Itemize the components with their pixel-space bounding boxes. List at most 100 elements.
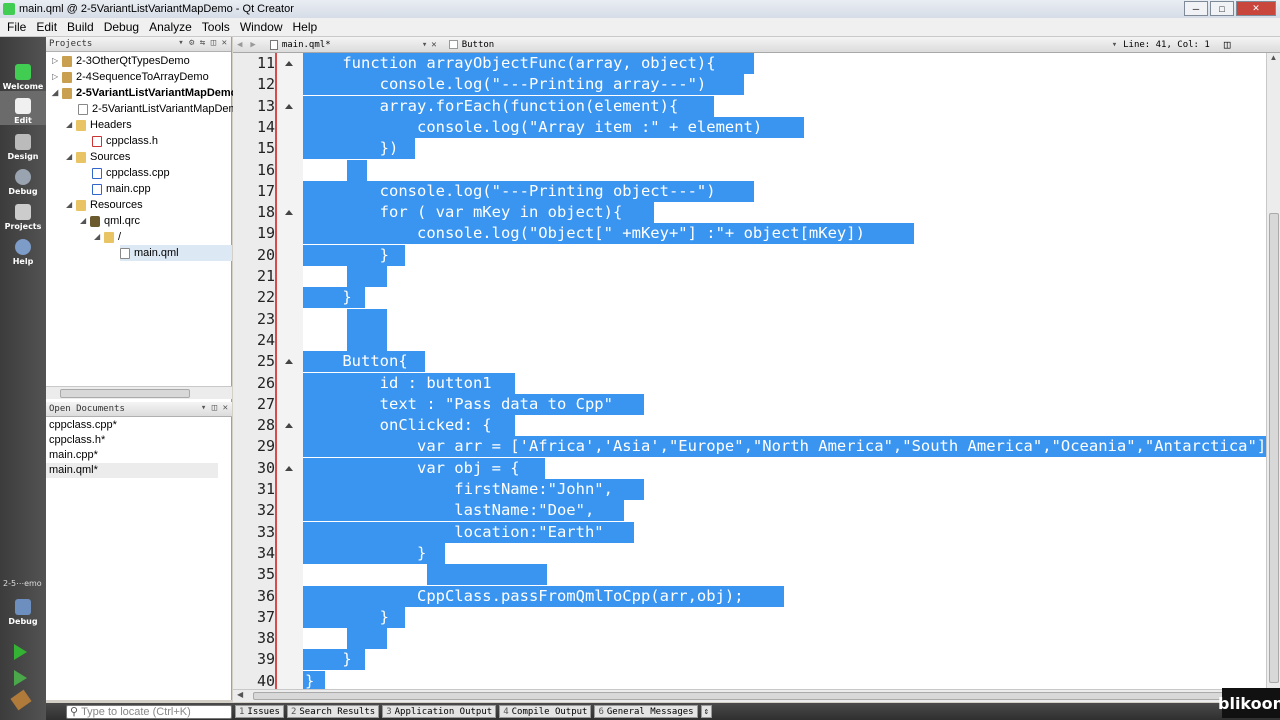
open-document-item-selected[interactable]: main.qml* bbox=[46, 463, 218, 478]
output-pane-search-results[interactable]: 2 Search Results bbox=[286, 705, 380, 718]
pane-label: Application Output bbox=[394, 706, 493, 717]
code-line[interactable]: var arr = ['Africa','Asia',"Europe","Nor… bbox=[305, 436, 1266, 457]
menu-window[interactable]: Window bbox=[235, 20, 288, 34]
code-line[interactable]: } bbox=[305, 607, 389, 628]
open-document-item[interactable]: main.cpp* bbox=[46, 448, 218, 463]
projects-horizontal-scrollbar[interactable] bbox=[46, 386, 232, 399]
scrollbar-thumb[interactable] bbox=[1269, 213, 1279, 683]
dropdown-arrow-icon[interactable]: ▾ bbox=[1112, 40, 1117, 50]
pane-label: Issues bbox=[247, 706, 280, 717]
menu-edit[interactable]: Edit bbox=[31, 20, 62, 34]
code-line[interactable]: } bbox=[305, 543, 426, 564]
code-line[interactable]: lastName:"Doe", bbox=[305, 500, 594, 521]
code-line[interactable]: console.log("Object[" +mKey+"] :"+ objec… bbox=[305, 223, 865, 244]
fold-marker-icon[interactable] bbox=[285, 210, 293, 216]
split-editor-icon[interactable]: ◫ bbox=[1224, 38, 1231, 51]
symbol-selector[interactable]: Button bbox=[462, 40, 1112, 50]
mode-projects[interactable]: Projects bbox=[0, 197, 46, 231]
build-hammer-icon[interactable] bbox=[10, 689, 32, 711]
code-line[interactable]: firstName:"John", bbox=[305, 479, 613, 500]
output-pane-application-output[interactable]: 3 Application Output bbox=[382, 705, 497, 718]
tree-item[interactable]: ▷ 2-3OtherQtTypesDemo bbox=[52, 53, 190, 69]
menu-build[interactable]: Build bbox=[62, 20, 99, 34]
maximize-button[interactable]: □ bbox=[1210, 1, 1234, 16]
open-documents-header: Open Documents ▾ ◫ ✕ bbox=[46, 402, 232, 417]
tree-item[interactable]: main.cpp bbox=[92, 181, 151, 197]
code-line[interactable]: console.log("---Printing object---") bbox=[305, 181, 716, 202]
panel-controls[interactable]: ▾ ◫ ✕ bbox=[201, 403, 228, 413]
tree-item[interactable]: cppclass.cpp bbox=[92, 165, 170, 181]
fold-marker-icon[interactable] bbox=[285, 423, 293, 429]
target-selector[interactable]: Debug bbox=[0, 592, 46, 626]
mode-design[interactable]: Design bbox=[0, 127, 46, 161]
project-icon bbox=[62, 87, 72, 99]
forward-arrow-icon[interactable]: ▶ bbox=[246, 40, 259, 50]
line-number: 33 bbox=[256, 522, 275, 541]
code-line[interactable]: } bbox=[305, 287, 351, 308]
output-panes-menu-icon[interactable]: ⇕ bbox=[700, 705, 713, 718]
mode-debug[interactable]: Debug bbox=[0, 162, 46, 196]
code-line[interactable]: function arrayObjectFunc(array, object){ bbox=[305, 53, 715, 74]
code-line[interactable]: array.forEach(function(element){ bbox=[305, 96, 679, 117]
scroll-up-icon[interactable]: ▲ bbox=[1267, 53, 1280, 62]
line-number: 34 bbox=[256, 543, 275, 562]
menu-file[interactable]: File bbox=[2, 20, 31, 34]
code-line[interactable]: }) bbox=[305, 138, 399, 159]
code-line[interactable]: id : button1 bbox=[305, 373, 492, 394]
menu-analyze[interactable]: Analyze bbox=[144, 20, 197, 34]
run-icon[interactable] bbox=[14, 644, 27, 660]
line-number: 37 bbox=[256, 607, 275, 626]
code-line[interactable]: CppClass.passFromQmlToCpp(arr,obj); bbox=[305, 586, 744, 607]
tree-item[interactable]: ◢ Headers bbox=[66, 117, 132, 133]
tree-item[interactable]: ▷ 2-4SequenceToArrayDemo bbox=[52, 69, 209, 85]
fold-marker-icon[interactable] bbox=[285, 465, 293, 471]
tree-item-active-project[interactable]: ◢ 2-5VariantListVariantMapDemo bbox=[52, 85, 237, 101]
menu-tools[interactable]: Tools bbox=[197, 20, 235, 34]
tree-item[interactable]: ◢ Sources bbox=[66, 149, 130, 165]
code-line[interactable]: text : "Pass data to Cpp" bbox=[305, 394, 613, 415]
code-line[interactable]: onClicked: { bbox=[305, 415, 492, 436]
tree-item[interactable]: ◢ qml.qrc bbox=[80, 213, 140, 229]
open-file-selector[interactable]: main.qml* bbox=[282, 40, 422, 50]
back-arrow-icon[interactable]: ◀ bbox=[233, 40, 246, 50]
dropdown-arrow-icon[interactable]: ▾ bbox=[422, 40, 427, 50]
menu-help[interactable]: Help bbox=[288, 20, 323, 34]
mode-help[interactable]: Help bbox=[0, 232, 46, 266]
output-pane-compile-output[interactable]: 4 Compile Output bbox=[499, 705, 592, 718]
panel-controls[interactable]: ▾ ⚙ ⇆ ◫ ✕ bbox=[178, 38, 227, 48]
mode-welcome[interactable]: Welcome bbox=[0, 57, 46, 91]
debug-run-icon[interactable] bbox=[14, 670, 27, 686]
tree-item[interactable]: ◢ / bbox=[94, 229, 121, 245]
tree-item-selected[interactable]: main.qml bbox=[120, 245, 232, 261]
scroll-left-icon[interactable]: ◀ bbox=[237, 690, 243, 699]
output-pane-general-messages[interactable]: 6 General Messages bbox=[594, 705, 698, 718]
locator-input[interactable]: ⚲ Type to locate (Ctrl+K) bbox=[66, 704, 232, 719]
editor-vertical-scrollbar[interactable]: ▲ bbox=[1266, 53, 1280, 689]
tree-item-label: 2-5VariantListVariantMapDemo bbox=[76, 87, 238, 99]
code-line[interactable]: Button{ bbox=[305, 351, 407, 372]
tree-item[interactable]: cppclass.h bbox=[92, 133, 158, 149]
editor-horizontal-scrollbar[interactable]: ◀ bbox=[233, 689, 1280, 702]
scrollbar-thumb[interactable] bbox=[60, 389, 190, 398]
minimize-button[interactable]: ─ bbox=[1184, 1, 1208, 16]
mode-help-label: Help bbox=[12, 257, 34, 266]
code-line[interactable]: console.log("Array item :" + element) bbox=[305, 117, 762, 138]
close-file-icon[interactable]: ✕ bbox=[431, 40, 436, 50]
menu-debug[interactable]: Debug bbox=[99, 20, 144, 34]
fold-marker-icon[interactable] bbox=[285, 103, 293, 109]
code-line[interactable]: } bbox=[305, 649, 351, 670]
code-line[interactable]: } bbox=[305, 245, 389, 266]
tree-item[interactable]: ◢ Resources bbox=[66, 197, 143, 213]
code-line[interactable]: console.log("---Printing array---") bbox=[305, 74, 707, 95]
output-pane-issues[interactable]: 1 Issues bbox=[235, 705, 284, 718]
open-document-item[interactable]: cppclass.cpp* bbox=[46, 418, 218, 433]
scrollbar-thumb[interactable] bbox=[253, 692, 1238, 700]
open-document-item[interactable]: cppclass.h* bbox=[46, 433, 218, 448]
fold-marker-icon[interactable] bbox=[285, 61, 293, 66]
mode-edit[interactable]: Edit bbox=[0, 91, 46, 125]
code-line[interactable]: location:"Earth" bbox=[305, 522, 603, 543]
code-line[interactable]: var obj = { bbox=[305, 458, 520, 479]
fold-marker-icon[interactable] bbox=[285, 359, 293, 365]
close-button[interactable]: ✕ bbox=[1236, 1, 1276, 16]
code-line[interactable]: for ( var mKey in object){ bbox=[305, 202, 623, 223]
